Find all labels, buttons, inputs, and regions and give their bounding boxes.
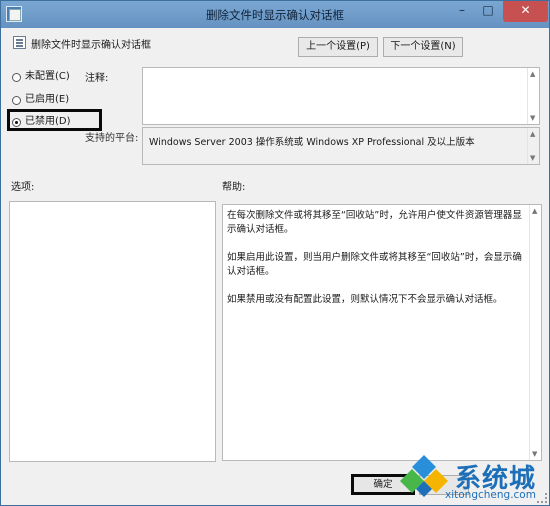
supported-platform-value: Windows Server 2003 操作系统或 Windows XP Pro… <box>149 137 475 148</box>
title-bar[interactable]: 删除文件时显示确认对话框 – □ ✕ <box>1 1 549 28</box>
scroll-up-arrow-icon[interactable]: ▲ <box>530 70 535 78</box>
radio-label: 已启用(E) <box>25 94 70 105</box>
comment-textarea[interactable]: ▲ ▼ <box>142 67 540 125</box>
policy-name: 删除文件时显示确认对话框 <box>31 40 151 51</box>
supported-platform-label: 支持的平台: <box>85 133 139 144</box>
next-setting-button[interactable]: 下一个设置(N) <box>383 37 463 57</box>
radio-button-icon[interactable] <box>12 95 21 105</box>
watermark-logo: 系统城 xitongcheng.com <box>399 453 549 505</box>
scroll-up-arrow-icon[interactable]: ▲ <box>530 130 535 138</box>
close-button[interactable]: ✕ <box>503 1 548 22</box>
help-scrollbar[interactable]: ▲ ▼ <box>529 205 541 460</box>
resize-grip-icon[interactable] <box>537 493 547 503</box>
scroll-up-arrow-icon[interactable]: ▲ <box>532 207 537 215</box>
watermark-url: xitongcheng.com <box>445 489 536 501</box>
platform-scrollbar[interactable]: ▲ ▼ <box>527 128 539 164</box>
comment-scrollbar[interactable]: ▲ ▼ <box>527 68 539 124</box>
policy-setting-icon <box>13 36 26 49</box>
maximize-button[interactable]: □ <box>475 1 501 22</box>
previous-setting-button[interactable]: 上一个设置(P) <box>298 37 378 57</box>
help-paragraph: 在每次删除文件或将其移至“回收站”时，允许用户使文件资源管理器显示确认对话框。 <box>227 210 522 235</box>
watermark-diamond-icon <box>400 455 448 497</box>
help-paragraph: 如果启用此设置，则当用户删除文件或将其移至“回收站”时，会显示确认对话框。 <box>227 252 522 277</box>
options-pane <box>9 201 216 462</box>
options-label: 选项: <box>11 182 35 193</box>
help-label: 帮助: <box>222 182 246 193</box>
scroll-down-arrow-icon[interactable]: ▼ <box>530 114 535 122</box>
help-text-pane[interactable]: 在每次删除文件或将其移至“回收站”时，允许用户使文件资源管理器显示确认对话框。 … <box>222 204 542 461</box>
comment-label: 注释: <box>85 73 109 84</box>
highlight-annotation-box <box>7 109 102 131</box>
radio-button-icon[interactable] <box>12 72 21 82</box>
minimize-button[interactable]: – <box>449 1 475 22</box>
radio-label: 未配置(C) <box>25 71 70 82</box>
radio-enabled[interactable]: 已启用(E) <box>12 93 69 107</box>
help-paragraph: 如果禁用或没有配置此设置，则默认情况下不会显示确认对话框。 <box>227 294 503 305</box>
radio-not-configured[interactable]: 未配置(C) <box>12 70 70 84</box>
supported-platform-field: Windows Server 2003 操作系统或 Windows XP Pro… <box>142 127 540 165</box>
scroll-down-arrow-icon[interactable]: ▼ <box>530 154 535 162</box>
policy-dialog: 删除文件时显示确认对话框 – □ ✕ 删除文件时显示确认对话框 上一个设置(P)… <box>0 0 550 506</box>
